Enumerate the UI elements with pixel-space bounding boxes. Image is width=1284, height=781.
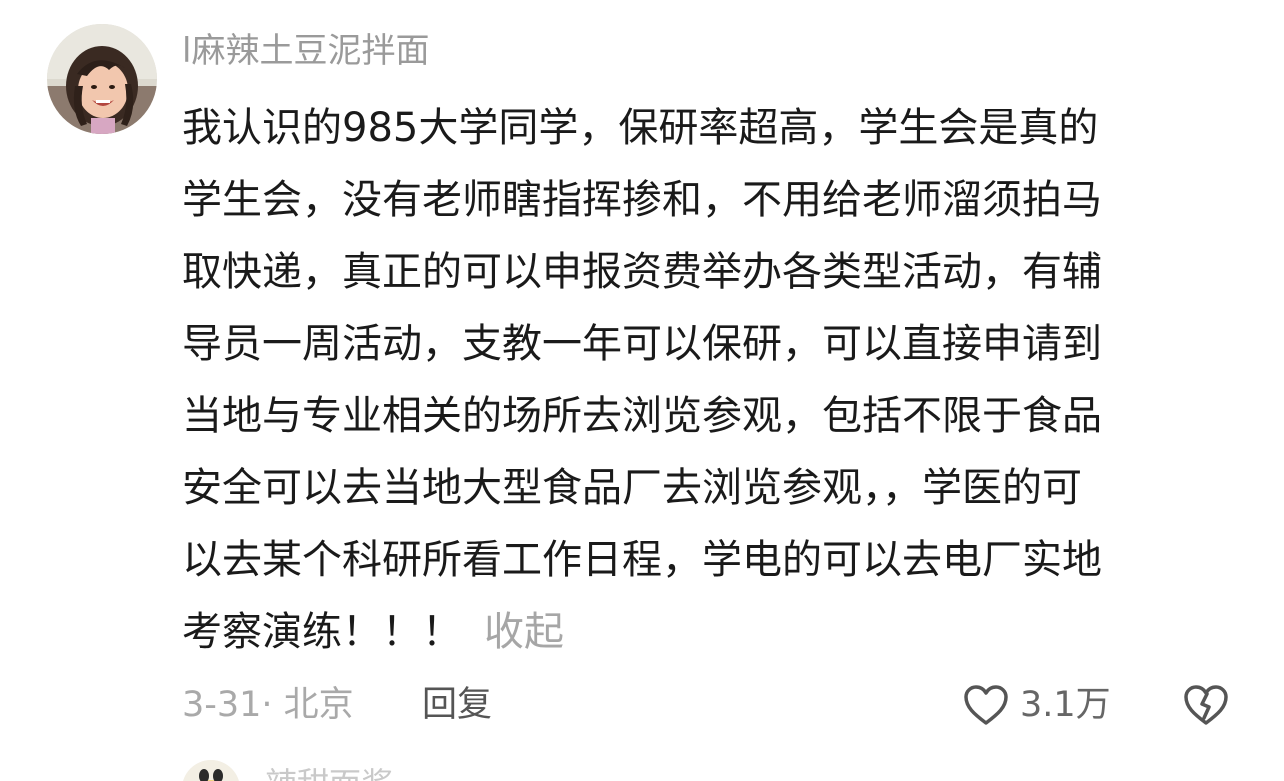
- dislike-button[interactable]: [1182, 682, 1230, 728]
- avatar-image: [183, 760, 239, 781]
- comment-meta-row: 3-31· 北京 回复 3.1万: [182, 680, 1242, 730]
- reply-button[interactable]: 回复: [422, 680, 492, 730]
- next-comment-username[interactable]: 辣甜面酱: [265, 764, 393, 781]
- comment-line: 学生会，没有老师瞎指挥掺和，不用给老师溜须拍马: [182, 177, 1102, 223]
- comment-line: 当地与专业相关的场所去浏览参观，包括不限于食品: [182, 393, 1102, 439]
- comment-line: 导员一周活动，支教一年可以保研，可以直接申请到: [182, 321, 1102, 367]
- broken-heart-icon: [1184, 685, 1228, 725]
- comment-date-location: 3-31· 北京: [182, 685, 354, 725]
- comment-line: 安全可以去当地大型食品厂去浏览参观，，学医的可: [182, 465, 1082, 511]
- heart-outline-icon: [964, 685, 1008, 725]
- comment-content: 我认识的985大学同学，保研率超高，学生会是真的 学生会，没有老师瞎指挥掺和，不…: [182, 92, 1242, 668]
- like-count: 3.1万: [1020, 685, 1111, 725]
- comment-line: 我认识的985大学同学，保研率超高，学生会是真的: [182, 105, 1099, 151]
- comment-page: l麻辣土豆泥拌面 我认识的985大学同学，保研率超高，学生会是真的 学生会，没有…: [0, 0, 1284, 781]
- like-button[interactable]: 3.1万: [962, 680, 1111, 730]
- avatar-image: [47, 24, 157, 134]
- comment-username[interactable]: l麻辣土豆泥拌面: [182, 30, 429, 72]
- collapse-button[interactable]: 收起: [484, 609, 564, 655]
- user-avatar[interactable]: [47, 24, 157, 134]
- comment-line: 取快递，真正的可以申报资费举办各类型活动，有辅: [182, 249, 1102, 295]
- comment-last-line: 考察演练！！！ 收起: [182, 596, 1242, 668]
- comment-line: 以去某个科研所看工作日程，学电的可以去电厂实地: [182, 537, 1102, 583]
- comment-line: 考察演练！！！: [182, 609, 462, 655]
- next-comment-avatar[interactable]: [182, 760, 240, 781]
